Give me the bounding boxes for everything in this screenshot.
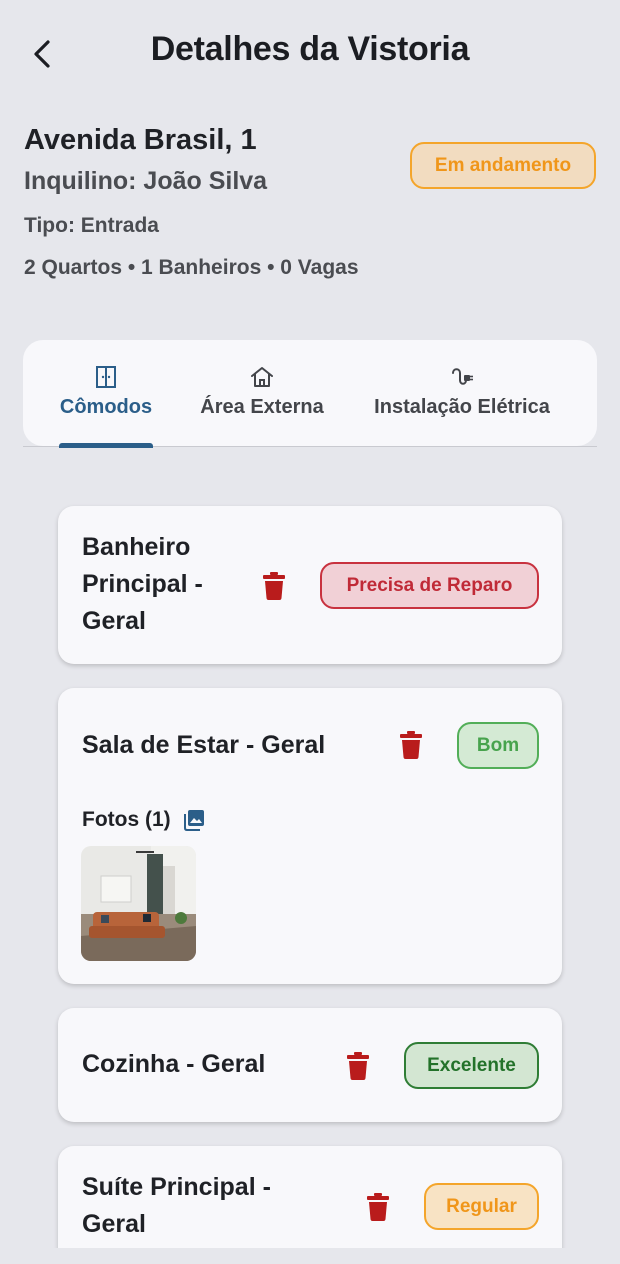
condition-badge: Regular xyxy=(424,1183,539,1230)
plug-icon xyxy=(449,364,475,390)
delete-room-button[interactable] xyxy=(363,1190,393,1224)
image-gallery-icon xyxy=(183,810,204,831)
room-card[interactable]: Suíte Principal - Geral Regular xyxy=(58,1146,562,1264)
room-title: Banheiro Principal - Geral xyxy=(82,533,203,635)
tab-bar: Cômodos Área Externa Instalação Elétrica xyxy=(23,340,597,446)
room-card[interactable]: Cozinha - Geral Excelente xyxy=(58,1008,562,1122)
trash-icon xyxy=(367,1193,389,1221)
tab-instalacao-eletrica[interactable]: Instalação Elétrica xyxy=(369,340,555,446)
trash-icon xyxy=(400,731,422,759)
house-icon xyxy=(249,364,275,390)
photo-thumbnail[interactable] xyxy=(81,846,196,961)
active-tab-indicator xyxy=(59,443,153,448)
property-counts: 2 Quartos • 1 Banheiros • 0 Vagas xyxy=(24,256,359,279)
inspection-type: Tipo: Entrada xyxy=(24,214,159,237)
tab-label: Cômodos xyxy=(59,396,153,418)
status-badge: Em andamento xyxy=(410,142,596,189)
condition-badge: Excelente xyxy=(404,1042,539,1089)
room-title: Sala de Estar - Geral xyxy=(82,731,326,759)
tab-label: Área Externa xyxy=(200,396,324,418)
trash-icon xyxy=(263,572,285,600)
page-title: Detalhes da Vistoria xyxy=(150,30,470,68)
condition-badge: Precisa de Reparo xyxy=(320,562,539,609)
photos-label: Fotos (1) xyxy=(82,808,171,831)
delete-room-button[interactable] xyxy=(343,1049,373,1083)
condition-badge: Bom xyxy=(457,722,539,769)
door-icon xyxy=(94,364,118,390)
tab-comodos[interactable]: Cômodos xyxy=(60,340,152,446)
living-room-photo xyxy=(81,846,196,961)
photos-header: Fotos (1) xyxy=(82,808,205,832)
room-card[interactable]: Banheiro Principal - Geral Precisa de Re… xyxy=(58,506,562,664)
app-header: Detalhes da Vistoria xyxy=(0,0,620,108)
trash-icon xyxy=(347,1052,369,1080)
room-card[interactable]: Sala de Estar - Geral Bom Fotos (1) xyxy=(58,688,562,984)
bottom-edge xyxy=(0,1248,620,1264)
room-title: Cozinha - Geral xyxy=(82,1050,266,1078)
room-title: Suíte Principal - Geral xyxy=(82,1173,271,1238)
tab-area-externa[interactable]: Área Externa xyxy=(197,340,327,446)
delete-room-button[interactable] xyxy=(259,569,289,603)
delete-room-button[interactable] xyxy=(396,728,426,762)
tab-label: Instalação Elétrica xyxy=(374,396,550,418)
